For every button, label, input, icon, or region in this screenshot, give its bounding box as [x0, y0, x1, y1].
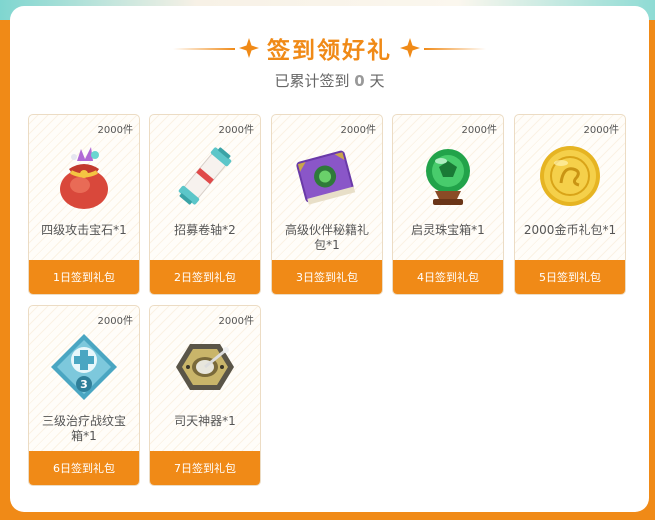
heal-rune-icon: 3 [47, 330, 121, 404]
gem-pouch-icon [47, 139, 121, 213]
book-icon [290, 139, 364, 213]
reward-card-day2[interactable]: 2000件 招募卷轴*2 2日签到礼包 [149, 114, 261, 295]
reward-footer-label: 1日签到礼包 [29, 260, 139, 294]
gold-coin-icon [533, 139, 607, 213]
reward-quantity: 2000件 [218, 125, 254, 136]
orb-icon [411, 139, 485, 213]
reward-quantity: 2000件 [218, 316, 254, 327]
signin-count-value: 0 [354, 72, 365, 90]
reward-card-day4[interactable]: 2000件 启灵珠宝箱*1 4日签到礼包 [392, 114, 504, 295]
reward-name: 2000金币礼包*1 [523, 223, 617, 237]
reward-card-day6[interactable]: 2000件 3 三级治疗战纹宝箱*1 6日签到礼包 [28, 305, 140, 486]
signin-count-text: 已累计签到 0 天 [10, 70, 649, 91]
reward-quantity: 2000件 [97, 125, 133, 136]
title-line-right [424, 48, 486, 50]
title-row: 签到领好礼 [10, 28, 649, 68]
compass-artifact-icon [168, 330, 242, 404]
signin-count-suffix: 天 [364, 72, 385, 90]
reward-name: 三级治疗战纹宝箱*1 [41, 414, 126, 443]
reward-quantity: 2000件 [340, 125, 376, 136]
sparkle-icon [400, 38, 420, 58]
reward-quantity: 2000件 [97, 316, 133, 327]
reward-name: 高级伙伴秘籍礼包*1 [284, 223, 369, 252]
reward-name: 司天神器*1 [174, 414, 236, 428]
signin-count-prefix: 已累计签到 [274, 72, 355, 90]
reward-card-day1[interactable]: 2000件 四级攻击宝石*1 1日签到礼包 [28, 114, 140, 295]
reward-footer-label: 2日签到礼包 [150, 260, 260, 294]
reward-quantity: 2000件 [583, 125, 619, 136]
reward-card-day5[interactable]: 2000件 2000金币礼包*1 5日签到礼包 [514, 114, 626, 295]
reward-footer-label: 7日签到礼包 [150, 451, 260, 485]
scroll-icon [168, 139, 242, 213]
heal-rune-level-badge: 3 [80, 378, 88, 391]
reward-name: 四级攻击宝石*1 [41, 223, 127, 237]
reward-footer-label: 6日签到礼包 [29, 451, 139, 485]
reward-footer-label: 4日签到礼包 [393, 260, 503, 294]
page-title: 签到领好礼 [267, 38, 392, 64]
sparkle-icon [239, 38, 259, 58]
reward-name: 招募卷轴*2 [174, 223, 236, 237]
reward-footer-label: 5日签到礼包 [515, 260, 625, 294]
signin-panel: 签到领好礼 已累计签到 0 天 2000件 四级攻击宝石*1 1日签到礼包 20… [10, 6, 649, 512]
reward-name: 启灵珠宝箱*1 [411, 223, 485, 237]
title-line-left [173, 48, 235, 50]
reward-quantity: 2000件 [461, 125, 497, 136]
reward-card-day3[interactable]: 2000件 高级伙伴秘籍礼包*1 3日签到礼包 [271, 114, 383, 295]
reward-card-day7[interactable]: 2000件 司天神器*1 7日签到礼包 [149, 305, 261, 486]
reward-footer-label: 3日签到礼包 [272, 260, 382, 294]
